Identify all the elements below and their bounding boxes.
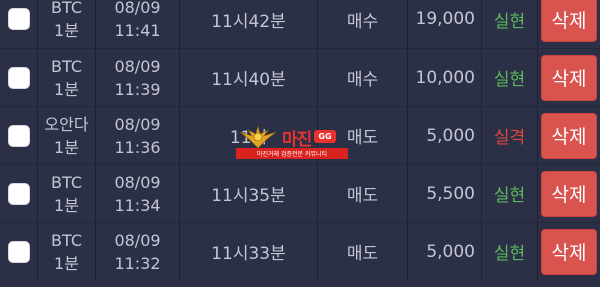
trade-result: 실현: [493, 244, 526, 264]
trade-amount: 5,000: [426, 125, 475, 146]
coin-interval: 1분: [54, 21, 79, 40]
datetime-cell: 08/09 11:32: [96, 223, 180, 280]
result-cell: 실현: [482, 0, 538, 48]
round-cell: 11시: [180, 107, 318, 164]
result-cell: 실현: [482, 165, 538, 222]
amount-cell: 5,000: [408, 223, 482, 280]
trade-date: 08/09: [114, 230, 161, 250]
delete-button[interactable]: 삭제: [541, 228, 597, 275]
round-time: 11시: [229, 128, 268, 148]
trade-date: 08/09: [114, 172, 161, 192]
result-cell: 실현: [482, 49, 538, 106]
coin-name: BTC: [51, 56, 82, 76]
type-cell: 매도: [318, 223, 408, 280]
row-checkbox[interactable]: [7, 124, 30, 147]
coin-interval: 1분: [54, 79, 79, 99]
round-cell: 11시42분: [180, 0, 318, 48]
row-checkbox[interactable]: [7, 240, 30, 263]
datetime-cell: 08/09 11:39: [96, 49, 180, 106]
type-cell: 매수: [318, 49, 408, 106]
row-checkbox[interactable]: [7, 66, 30, 89]
amount-cell: 5,500: [408, 165, 482, 222]
datetime-cell: 08/09 11:36: [96, 107, 180, 164]
trade-time: 11:32: [114, 253, 161, 273]
round-time: 11시42분: [211, 11, 286, 32]
trade-time: 11:34: [114, 195, 161, 215]
trade-result: 실현: [493, 70, 526, 90]
coin-name: BTC: [51, 0, 82, 17]
trade-date: 08/09: [114, 56, 161, 76]
type-cell: 매도: [318, 107, 408, 164]
coin-interval: 1분: [54, 195, 79, 215]
delete-button[interactable]: 삭제: [541, 112, 597, 159]
datetime-cell: 08/09 11:34: [96, 165, 180, 222]
row-select-cell: [0, 49, 38, 106]
amount-cell: 19,000: [408, 0, 482, 48]
trade-type: 매도: [346, 186, 379, 206]
table-row: BTC 1분 08/09 11:34 11시35분 매도 5,500 실현 삭제: [0, 164, 600, 222]
trade-result: 실격: [493, 128, 526, 148]
trade-amount: 5,500: [426, 183, 475, 204]
row-select-cell: [0, 223, 38, 280]
coin-interval: 1분: [54, 137, 79, 157]
delete-cell: 삭제: [538, 223, 600, 280]
round-time: 11시35분: [211, 186, 286, 206]
delete-button[interactable]: 삭제: [541, 170, 597, 217]
trade-amount: 19,000: [415, 9, 475, 29]
trade-date: 08/09: [114, 114, 161, 134]
trade-result: 실현: [493, 11, 526, 32]
coin-cell: BTC 1분: [38, 223, 96, 280]
trade-time: 11:41: [114, 21, 161, 40]
coin-cell: BTC 1분: [38, 0, 96, 48]
table-row: BTC 1분 08/09 11:41 11시42분 매수 19,000 실현 삭…: [0, 0, 600, 48]
row-select-cell: [0, 165, 38, 222]
row-select-cell: [0, 107, 38, 164]
result-cell: 실현: [482, 223, 538, 280]
row-checkbox[interactable]: [7, 182, 30, 205]
table-row: 오안다 1분 08/09 11:36 11시 매도 5,000 실격 삭제: [0, 106, 600, 164]
round-cell: 11시33분: [180, 223, 318, 280]
type-cell: 매수: [318, 0, 408, 48]
table-row: BTC 1분 08/09 11:39 11시40분 매수 10,000 실현 삭…: [0, 48, 600, 106]
coin-name: 오안다: [44, 114, 89, 134]
coin-name: BTC: [51, 230, 82, 250]
round-time: 11시33분: [211, 244, 286, 264]
trade-time: 11:36: [114, 137, 161, 157]
trade-type: 매수: [346, 70, 379, 90]
trade-type: 매수: [346, 11, 379, 32]
coin-interval: 1분: [54, 253, 79, 273]
trade-type: 매도: [346, 128, 379, 148]
round-cell: 11시40분: [180, 49, 318, 106]
delete-cell: 삭제: [538, 0, 600, 48]
trade-date: 08/09: [114, 0, 161, 17]
trade-result: 실현: [493, 186, 526, 206]
delete-button[interactable]: 삭제: [541, 54, 597, 101]
round-time: 11시40분: [211, 70, 286, 90]
coin-cell: 오안다 1분: [38, 107, 96, 164]
type-cell: 매도: [318, 165, 408, 222]
trade-history-table: BTC 1분 08/09 11:41 11시42분 매수 19,000 실현 삭…: [0, 0, 600, 280]
coin-cell: BTC 1분: [38, 49, 96, 106]
trade-type: 매도: [346, 244, 379, 264]
trade-amount: 10,000: [415, 67, 475, 88]
datetime-cell: 08/09 11:41: [96, 0, 180, 48]
row-checkbox[interactable]: [7, 8, 30, 30]
row-select-cell: [0, 0, 38, 48]
delete-cell: 삭제: [538, 165, 600, 222]
delete-button[interactable]: 삭제: [541, 0, 597, 42]
trade-time: 11:39: [114, 79, 161, 99]
delete-cell: 삭제: [538, 107, 600, 164]
delete-cell: 삭제: [538, 49, 600, 106]
coin-name: BTC: [51, 172, 82, 192]
round-cell: 11시35분: [180, 165, 318, 222]
table-row: BTC 1분 08/09 11:32 11시33분 매도 5,000 실현 삭제: [0, 222, 600, 280]
trade-amount: 5,000: [426, 241, 475, 262]
result-cell: 실격: [482, 107, 538, 164]
coin-cell: BTC 1분: [38, 165, 96, 222]
amount-cell: 5,000: [408, 107, 482, 164]
amount-cell: 10,000: [408, 49, 482, 106]
